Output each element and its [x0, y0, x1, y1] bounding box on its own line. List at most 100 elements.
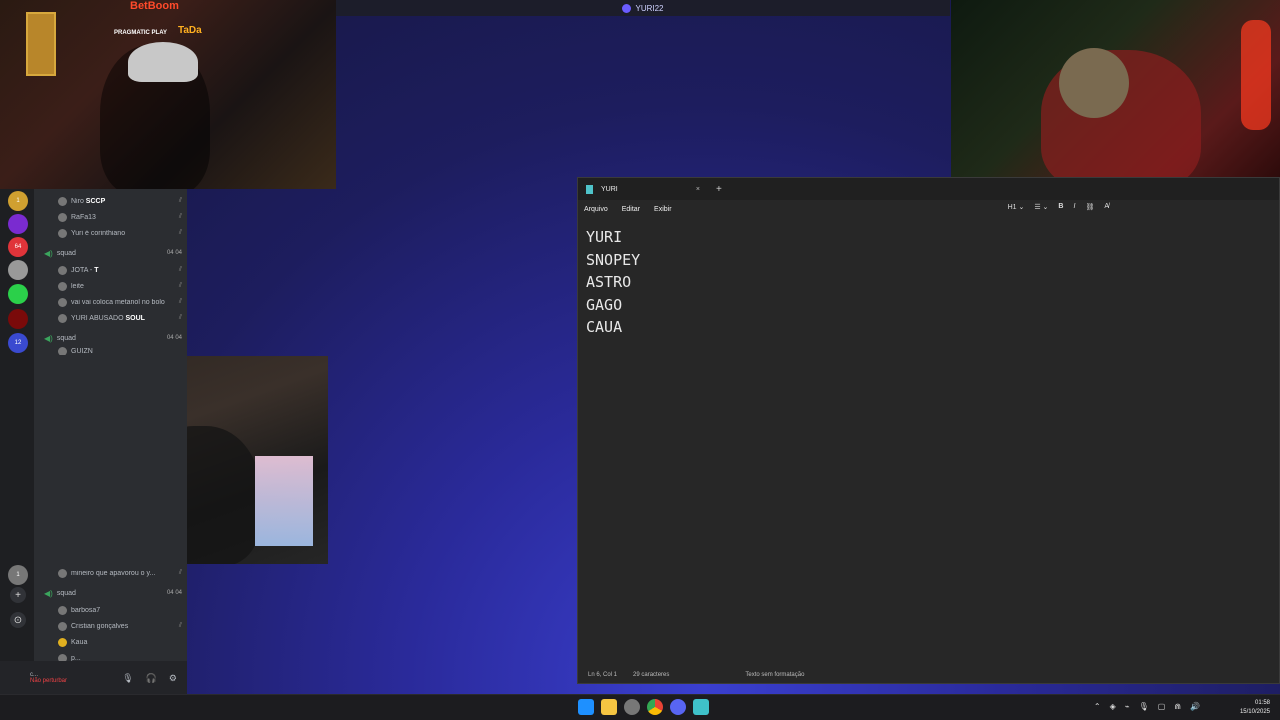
voice-channel[interactable]: ◀) squad 04 04 [44, 246, 182, 260]
char-count: 29 caracteres [633, 672, 670, 678]
server-icon[interactable] [8, 260, 28, 280]
voice-channel[interactable]: ◀) squad 04 04 [44, 586, 182, 600]
wifi-icon[interactable]: ⋒ [1174, 702, 1181, 711]
notepad-icon[interactable] [693, 699, 709, 715]
text-line: ASTRO [586, 273, 632, 291]
mute-icon: ⫽ [178, 569, 182, 576]
menu-bar: Arquivo Editar Exibir H1 ⌄ ☰ ⌄ B I ⛓ A̸ [578, 200, 1279, 218]
mute-icon: ⫽ [178, 229, 182, 236]
text-line: YURI [586, 228, 623, 246]
volume-icon[interactable]: 🔊 [1190, 702, 1200, 711]
menu-arquivo[interactable]: Arquivo [584, 206, 608, 213]
display-icon[interactable]: ▢ [1158, 702, 1166, 711]
tab-bar: YURI × + [578, 178, 1279, 200]
avatar [58, 265, 67, 275]
network-icon[interactable]: ⌁ [1125, 702, 1130, 711]
voice-user[interactable]: JOTA - T ⫽ [58, 263, 182, 277]
voice-user[interactable]: Kaua [58, 635, 182, 649]
server-icon[interactable] [8, 214, 28, 234]
menu-editar[interactable]: Editar [622, 206, 640, 213]
avatar [58, 637, 67, 647]
gear-icon[interactable]: ⚙ [169, 673, 177, 684]
voice-user[interactable]: RaFa13 ⫽ [58, 210, 182, 224]
voice-user[interactable]: barbosa7 [58, 603, 182, 617]
text-line: CAUA [586, 318, 623, 336]
taskbar-apps [578, 699, 709, 715]
taskbar: ⌃ ◈ ⌁ 🎙 ▢ ⋒ 🔊 01:58 15/10/2025 [0, 694, 1280, 720]
headphones-icon[interactable]: 🎧 [146, 673, 157, 684]
server-icon[interactable]: 1 [8, 191, 28, 211]
mic-icon[interactable]: 🎙 [1139, 702, 1149, 711]
discord-sidebar: 1 64 12 1 + ⊙ Niro SCCP ⫽ RaFa13 ⫽ Yuri é … [0, 189, 187, 695]
mute-icon: ⫽ [178, 314, 182, 321]
explore-icon[interactable]: ⊙ [10, 612, 26, 628]
windows-start-icon[interactable] [578, 699, 594, 715]
brand-sub2: TaDa [178, 25, 202, 36]
list-icon[interactable]: ☰ ⌄ [1034, 203, 1048, 211]
add-server-icon[interactable]: + [10, 587, 26, 603]
speaker-icon: ◀) [44, 333, 53, 343]
tab-yuri[interactable]: YURI × [578, 178, 708, 200]
chrome-icon[interactable] [647, 699, 663, 715]
close-tab-icon[interactable]: × [696, 186, 700, 193]
avatar [58, 228, 67, 238]
new-tab-button[interactable]: + [708, 184, 730, 195]
microphone-icon[interactable]: 🎙 [122, 673, 133, 684]
clear-format-icon[interactable]: A̸ [1104, 203, 1109, 211]
mute-icon: ⫽ [178, 298, 182, 305]
voice-user[interactable]: GUIZN [58, 347, 182, 355]
voice-user[interactable]: Niro SCCP ⫽ [58, 194, 182, 208]
voice-user[interactable]: mineiro que apavorou o y... ⫽ [58, 566, 182, 580]
text-line: SNOPEY [586, 250, 641, 269]
server-icon[interactable] [8, 309, 28, 329]
text-format: Texto sem formatação [745, 672, 805, 678]
chevron-up-icon[interactable]: ⌃ [1094, 702, 1101, 711]
status-bar: Ln 6, Col 1 29 caracteres Texto sem form… [578, 667, 1279, 683]
text-editor[interactable]: YURI SNOPEY ASTRO GAGO CAUA [578, 218, 1279, 339]
avatar [58, 568, 67, 578]
mute-icon: ⫽ [178, 622, 182, 629]
voice-user[interactable]: leite ⫽ [58, 279, 182, 293]
bold-icon[interactable]: B [1058, 203, 1063, 211]
top-bar-title: YURI22 [635, 3, 664, 13]
voice-user[interactable]: Cristian gonçalves ⫽ [58, 619, 182, 633]
mute-icon: ⫽ [178, 282, 182, 289]
settings-icon[interactable] [624, 699, 640, 715]
avatar [58, 621, 67, 631]
text-line: GAGO [586, 295, 623, 314]
avatar [58, 347, 67, 355]
hair [128, 42, 198, 82]
link-icon[interactable]: ⛓ [1085, 203, 1094, 211]
server-icon[interactable] [8, 284, 28, 304]
italic-icon[interactable]: I [1073, 203, 1075, 211]
avatar [58, 297, 67, 307]
avatar-icon [622, 3, 632, 13]
cursor-position: Ln 6, Col 1 [588, 672, 618, 678]
server-icon[interactable]: 64 [8, 237, 28, 257]
face [1059, 48, 1129, 118]
voice-user[interactable]: vai vai coloca metanol no bolo ⫽ [58, 295, 182, 309]
heading-dropdown[interactable]: H1 ⌄ [1008, 203, 1025, 211]
voice-channel[interactable]: ◀) squad 04 04 [44, 331, 182, 345]
brand-sub1: PRAGMATIC PLAY [114, 30, 168, 36]
discord-icon[interactable] [670, 699, 686, 715]
file-explorer-icon[interactable] [601, 699, 617, 715]
format-toolbar: H1 ⌄ ☰ ⌄ B I ⛓ A̸ [1008, 203, 1109, 211]
avatar [58, 281, 67, 291]
server-icon[interactable]: 12 [8, 333, 28, 353]
notepad-icon [586, 184, 593, 194]
voice-user[interactable]: Yuri é corinthiano ⫽ [58, 226, 182, 240]
channel-count: 04 04 [166, 590, 182, 596]
steam-icon[interactable]: ◈ [1110, 702, 1116, 711]
voice-user[interactable]: YURI ABUSADO SOUL ⫽ [58, 311, 182, 325]
server-icon[interactable]: 1 [8, 565, 28, 585]
avatar [58, 196, 67, 206]
mute-icon: ⫽ [178, 266, 182, 273]
clock[interactable]: 01:58 15/10/2025 [1240, 699, 1270, 717]
channel-count: 04 04 [166, 250, 182, 256]
channel-name: squad [56, 249, 76, 257]
window-top-bar: YURI22 [336, 0, 950, 16]
mute-icon: ⫽ [178, 213, 182, 220]
neon-light [1241, 20, 1271, 130]
menu-exibir[interactable]: Exibir [654, 206, 672, 213]
